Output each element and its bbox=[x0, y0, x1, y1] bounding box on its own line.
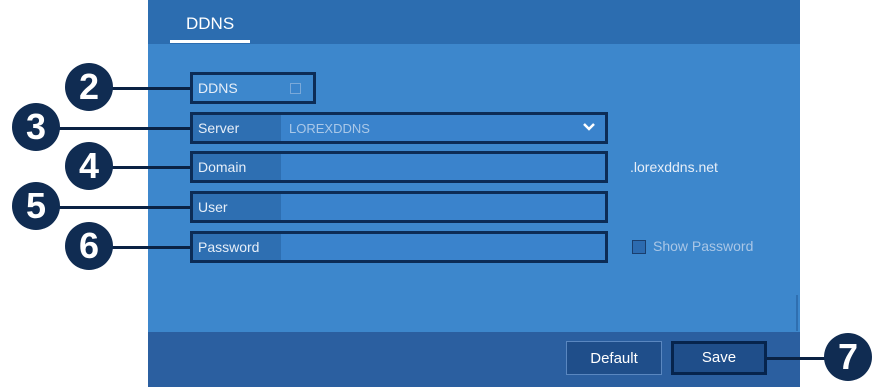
callout-line-3 bbox=[48, 127, 190, 130]
user-label: User bbox=[198, 199, 228, 215]
callout-badge-2: 2 bbox=[65, 63, 113, 111]
show-password-checkbox[interactable] bbox=[632, 240, 646, 254]
callout-badge-6: 6 bbox=[65, 222, 113, 270]
domain-field[interactable]: Domain bbox=[190, 151, 608, 183]
callout-line-2 bbox=[100, 87, 190, 90]
server-label: Server bbox=[198, 120, 240, 136]
chevron-down-icon[interactable] bbox=[582, 122, 596, 132]
ddns-enable-checkbox[interactable] bbox=[290, 83, 301, 94]
password-field[interactable]: Password bbox=[190, 231, 608, 263]
callout-badge-4: 4 bbox=[65, 142, 113, 190]
tab-ddns[interactable]: DDNS bbox=[186, 14, 234, 34]
ddns-label: DDNS bbox=[198, 80, 238, 96]
callout-badge-7: 7 bbox=[824, 333, 872, 381]
password-input[interactable] bbox=[281, 234, 605, 260]
show-password-label: Show Password bbox=[653, 238, 754, 254]
domain-input[interactable] bbox=[281, 154, 605, 180]
scrollbar[interactable] bbox=[796, 295, 798, 331]
callout-badge-3: 3 bbox=[12, 103, 60, 151]
callout-line-5 bbox=[48, 206, 190, 209]
save-button[interactable]: Save bbox=[671, 341, 767, 375]
default-button[interactable]: Default bbox=[566, 341, 662, 375]
active-tab-indicator bbox=[170, 40, 250, 43]
callout-badge-5: 5 bbox=[12, 182, 60, 230]
callout-line-6 bbox=[100, 246, 190, 249]
callout-line-4 bbox=[100, 166, 190, 169]
password-label: Password bbox=[198, 239, 260, 255]
server-select[interactable]: Server bbox=[190, 112, 608, 144]
domain-label: Domain bbox=[198, 159, 247, 175]
user-field[interactable]: User bbox=[190, 191, 608, 223]
user-input[interactable] bbox=[281, 194, 605, 220]
panel-header bbox=[148, 0, 800, 44]
domain-suffix: .lorexddns.net bbox=[630, 159, 718, 175]
server-selected-value: LOREXDDNS bbox=[289, 121, 370, 136]
